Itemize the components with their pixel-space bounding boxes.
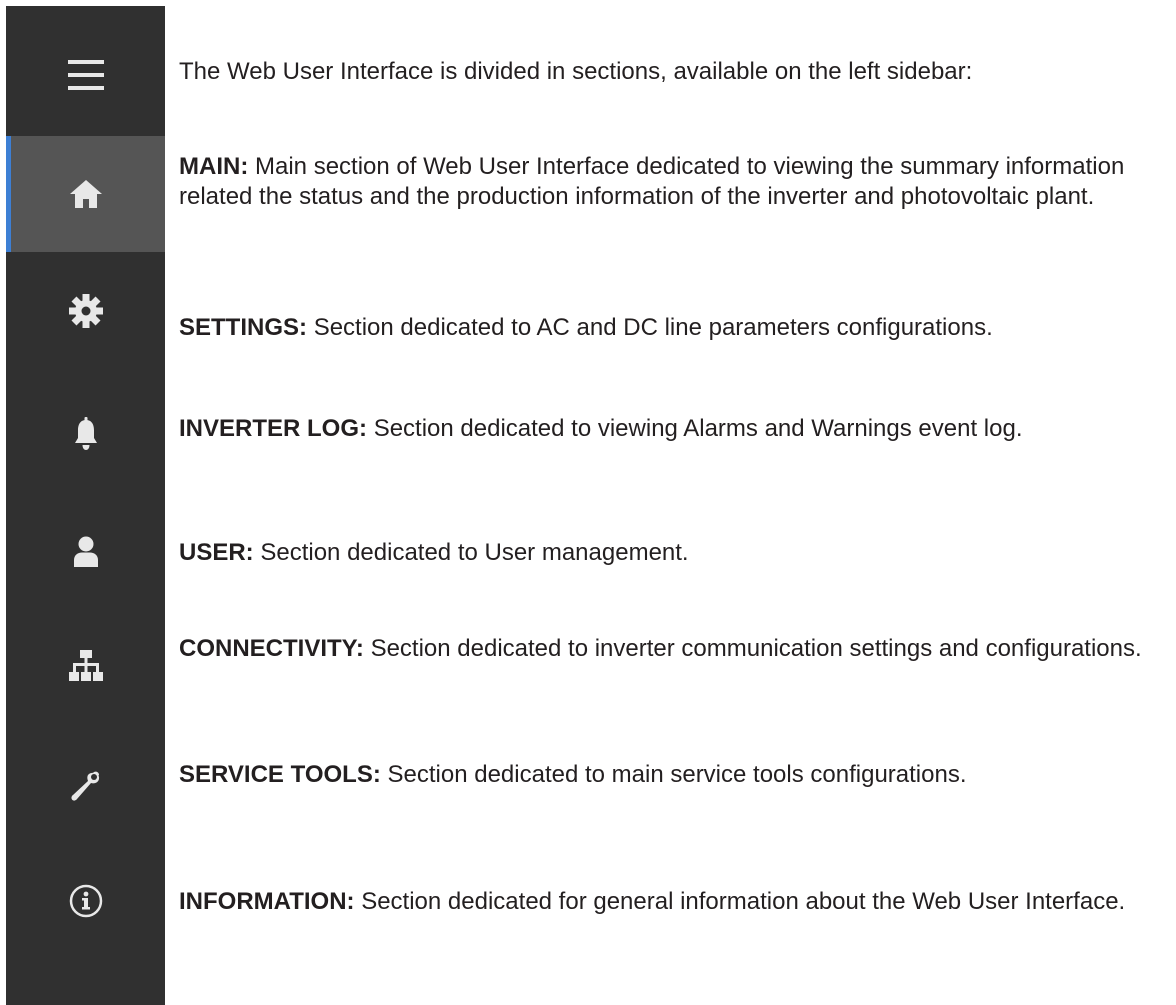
sidebar-item-main[interactable] [6,136,165,252]
section-description: Section dedicated to AC and DC line para… [313,314,993,341]
section-description: Section dedicated to User management. [260,539,689,566]
sidebar-menu-toggle[interactable] [6,40,165,110]
info-icon [69,884,102,918]
bell-icon [74,417,97,450]
section-name: CONNECTIVITY: [179,635,364,662]
section-desc-inverter-log: INVERTER LOG: Section dedicated to viewi… [179,414,1174,444]
section-desc-connectivity: CONNECTIVITY: Section dedicated to inver… [179,634,1174,664]
section-description: Main section of Web User Interface dedic… [179,153,1125,210]
sidebar [6,6,165,1005]
gear-icon [68,294,103,328]
section-description: Section dedicated for general informatio… [361,888,1126,915]
sidebar-item-inverter-log[interactable] [6,394,165,474]
section-name: INVERTER LOG: [179,415,368,442]
section-description: Section dedicated to inverter communicat… [370,635,1142,662]
sidebar-item-information[interactable] [6,861,165,941]
section-description: Section dedicated to viewing Alarms and … [373,415,1023,442]
section-name: SETTINGS: [179,314,308,341]
sidebar-item-service-tools[interactable] [6,747,165,827]
section-desc-service-tools: SERVICE TOOLS: Section dedicated to main… [179,760,1174,790]
section-name: MAIN: [179,153,249,180]
section-desc-user: USER: Section dedicated to User manageme… [179,538,1174,568]
intro-text: The Web User Interface is divided in sec… [179,58,973,85]
wrench-icon [70,771,99,801]
sidebar-item-user[interactable] [6,512,165,592]
section-description: Section dedicated to main service tools … [387,761,967,788]
sidebar-item-settings[interactable] [6,271,165,351]
sidebar-item-connectivity[interactable] [6,626,165,706]
hamburger-menu-icon [67,60,104,90]
section-name: SERVICE TOOLS: [179,761,381,788]
user-icon [73,536,98,567]
network-icon [68,650,103,681]
section-desc-settings: SETTINGS: Section dedicated to AC and DC… [179,313,1174,343]
section-name: INFORMATION: [179,888,355,915]
section-desc-information: INFORMATION: Section dedicated for gener… [179,887,1174,917]
section-name: USER: [179,539,254,566]
home-icon [69,180,102,208]
section-desc-main: MAIN: Main section of Web User Interface… [179,152,1174,212]
